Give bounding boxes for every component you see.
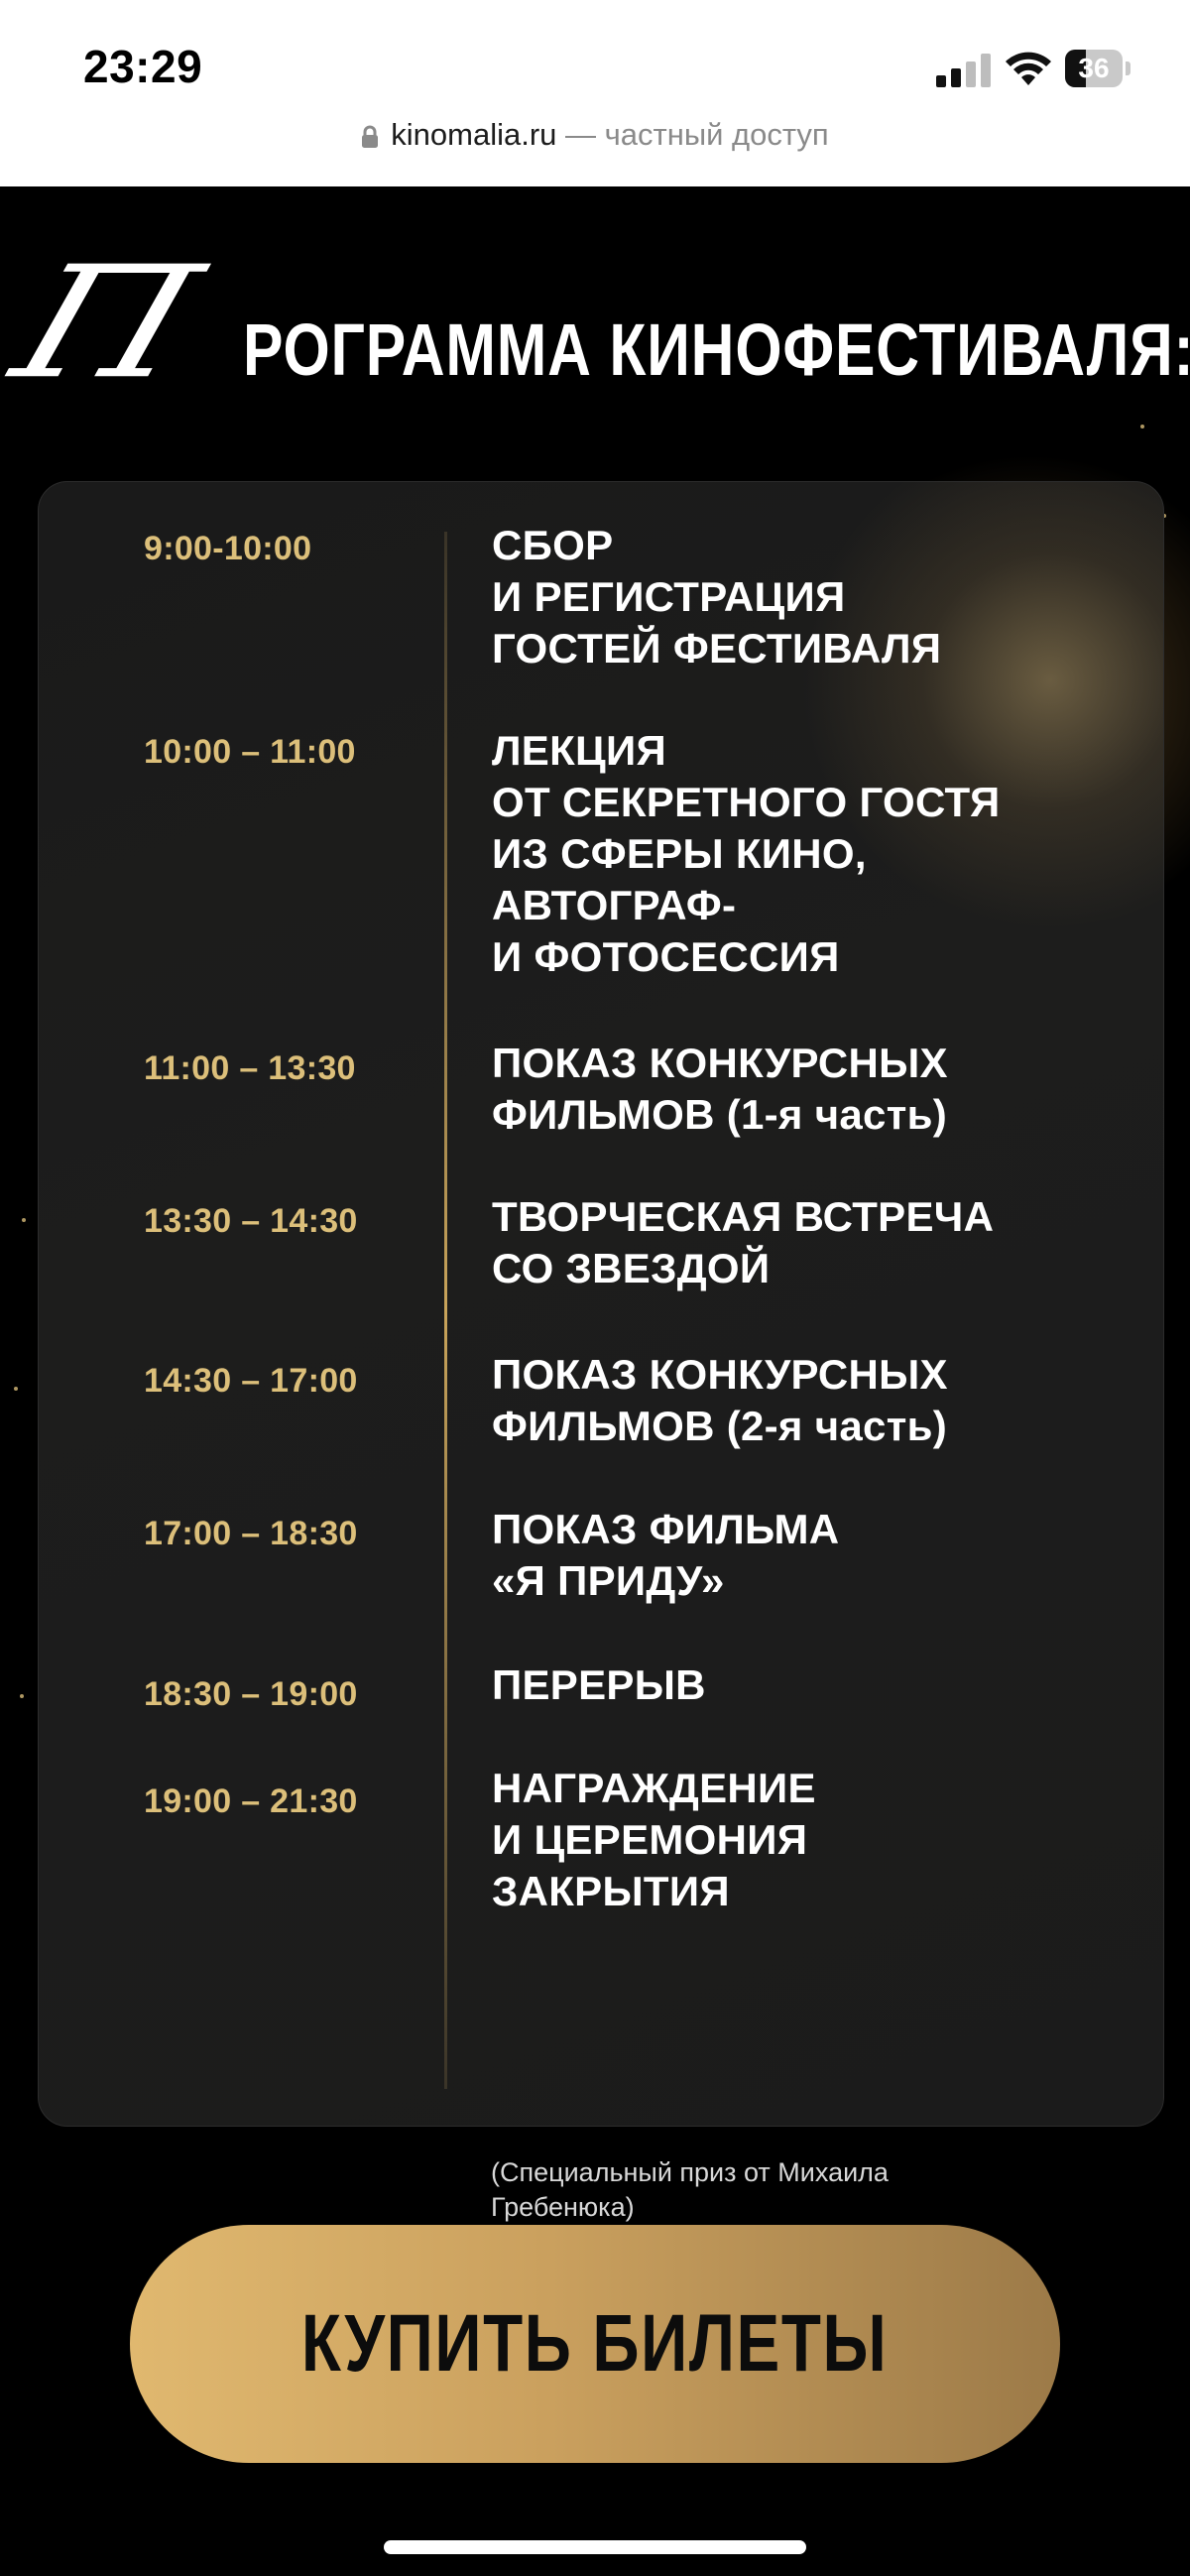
url-separator: — xyxy=(556,117,605,152)
browser-chrome: 23:29 36 kinomalia.ru — частный доступ xyxy=(0,0,1190,186)
title-text: РОГРАММА КИНОФЕСТИВАЛЯ: xyxy=(243,308,1190,391)
buy-tickets-label: КУПИТЬ БИЛЕТЫ xyxy=(301,2298,889,2389)
sparkle xyxy=(20,1694,24,1698)
schedule-time: 11:00 – 13:30 xyxy=(144,1049,356,1087)
event-line: ТВОРЧЕСКАЯ ВСТРЕЧА xyxy=(492,1193,995,1240)
note-line: Гребенюка) xyxy=(491,2192,635,2222)
schedule-time: 14:30 – 17:00 xyxy=(144,1362,358,1400)
event-line: И РЕГИСТРАЦИЯ xyxy=(492,573,846,620)
wifi-icon xyxy=(1006,52,1051,85)
event-line: ПОКАЗ КОНКУРСНЫХ xyxy=(492,1351,948,1398)
sparkle xyxy=(14,1387,18,1391)
schedule-event: ТВОРЧЕСКАЯ ВСТРЕЧА СО ЗВЕЗДОЙ xyxy=(492,1191,1127,1294)
event-line: ПОКАЗ ФИЛЬМА xyxy=(492,1506,840,1552)
schedule-event: ЛЕКЦИЯ ОТ СЕКРЕТНОГО ГОСТЯ ИЗ СФЕРЫ КИНО… xyxy=(492,725,1127,983)
timeline-divider xyxy=(444,532,447,2089)
event-line: ОТ СЕКРЕТНОГО ГОСТЯ xyxy=(492,779,1001,825)
schedule-event: ПОКАЗ КОНКУРСНЫХ ФИЛЬМОВ (2-я часть) xyxy=(492,1349,1127,1452)
buy-tickets-button[interactable]: КУПИТЬ БИЛЕТЫ xyxy=(130,2225,1060,2463)
schedule-time: 19:00 – 21:30 xyxy=(144,1782,358,1820)
schedule-time: 13:30 – 14:30 xyxy=(144,1202,358,1240)
award-note: (Специальный приз от Михаила Гребенюка) xyxy=(491,2155,1007,2225)
status-time: 23:29 xyxy=(83,41,203,92)
event-line: НАГРАЖДЕНИЕ xyxy=(492,1765,816,1811)
event-line: ФИЛЬМОВ (1-я часть) xyxy=(492,1091,947,1138)
note-line: (Специальный приз от Михаила xyxy=(491,2157,889,2187)
event-line: И ФОТОСЕССИЯ xyxy=(492,933,840,980)
schedule-time: 9:00-10:00 xyxy=(144,530,312,567)
url-domain: kinomalia.ru xyxy=(391,117,557,152)
battery-icon: 36 xyxy=(1065,50,1134,87)
schedule-time: 17:00 – 18:30 xyxy=(144,1515,358,1552)
event-line: СБОР xyxy=(492,522,614,568)
event-line: ГОСТЕЙ ФЕСТИВАЛЯ xyxy=(492,625,942,672)
schedule-card: 9:00-10:00 СБОР И РЕГИСТРАЦИЯ ГОСТЕЙ ФЕС… xyxy=(38,481,1164,2127)
event-line: ЗАКРЫТИЯ xyxy=(492,1868,730,1914)
schedule-time: 18:30 – 19:00 xyxy=(144,1675,358,1713)
cellular-signal-icon xyxy=(936,54,992,87)
schedule-event: СБОР И РЕГИСТРАЦИЯ ГОСТЕЙ ФЕСТИВАЛЯ xyxy=(492,520,1127,675)
event-line: «Я ПРИДУ» xyxy=(492,1557,725,1604)
event-line: ПОКАЗ КОНКУРСНЫХ xyxy=(492,1040,948,1086)
schedule-time: 10:00 – 11:00 xyxy=(144,733,356,771)
event-line: ПЕРЕРЫВ xyxy=(492,1661,706,1708)
home-indicator[interactable] xyxy=(384,2540,806,2554)
schedule-event: ПОКАЗ КОНКУРСНЫХ ФИЛЬМОВ (1-я часть) xyxy=(492,1038,1127,1141)
url-bar[interactable]: kinomalia.ru — частный доступ xyxy=(0,117,1190,173)
event-line: ИЗ СФЕРЫ КИНО, xyxy=(492,830,867,877)
schedule-event: НАГРАЖДЕНИЕ И ЦЕРЕМОНИЯ ЗАКРЫТИЯ xyxy=(492,1763,1127,1917)
schedule-event: ПЕРЕРЫВ xyxy=(492,1659,1127,1711)
event-line: СО ЗВЕЗДОЙ xyxy=(492,1245,771,1291)
page-title: П РОГРАММА КИНОФЕСТИВАЛЯ: xyxy=(0,233,1190,444)
lock-icon xyxy=(362,125,379,148)
schedule-event: ПОКАЗ ФИЛЬМА «Я ПРИДУ» xyxy=(492,1504,1127,1607)
sparkle xyxy=(22,1218,26,1222)
battery-percent: 36 xyxy=(1078,53,1110,83)
title-script-letter: П xyxy=(0,232,218,414)
event-line: ФИЛЬМОВ (2-я часть) xyxy=(492,1403,947,1449)
event-line: И ЦЕРЕМОНИЯ xyxy=(492,1816,808,1863)
url-access-text: частный доступ xyxy=(604,117,829,152)
event-line: АВТОГРАФ- xyxy=(492,882,737,928)
page-content: П РОГРАММА КИНОФЕСТИВАЛЯ: 9:00-10:00 СБО… xyxy=(0,186,1190,2576)
event-line: ЛЕКЦИЯ xyxy=(492,727,666,774)
sparkle xyxy=(1140,425,1144,429)
